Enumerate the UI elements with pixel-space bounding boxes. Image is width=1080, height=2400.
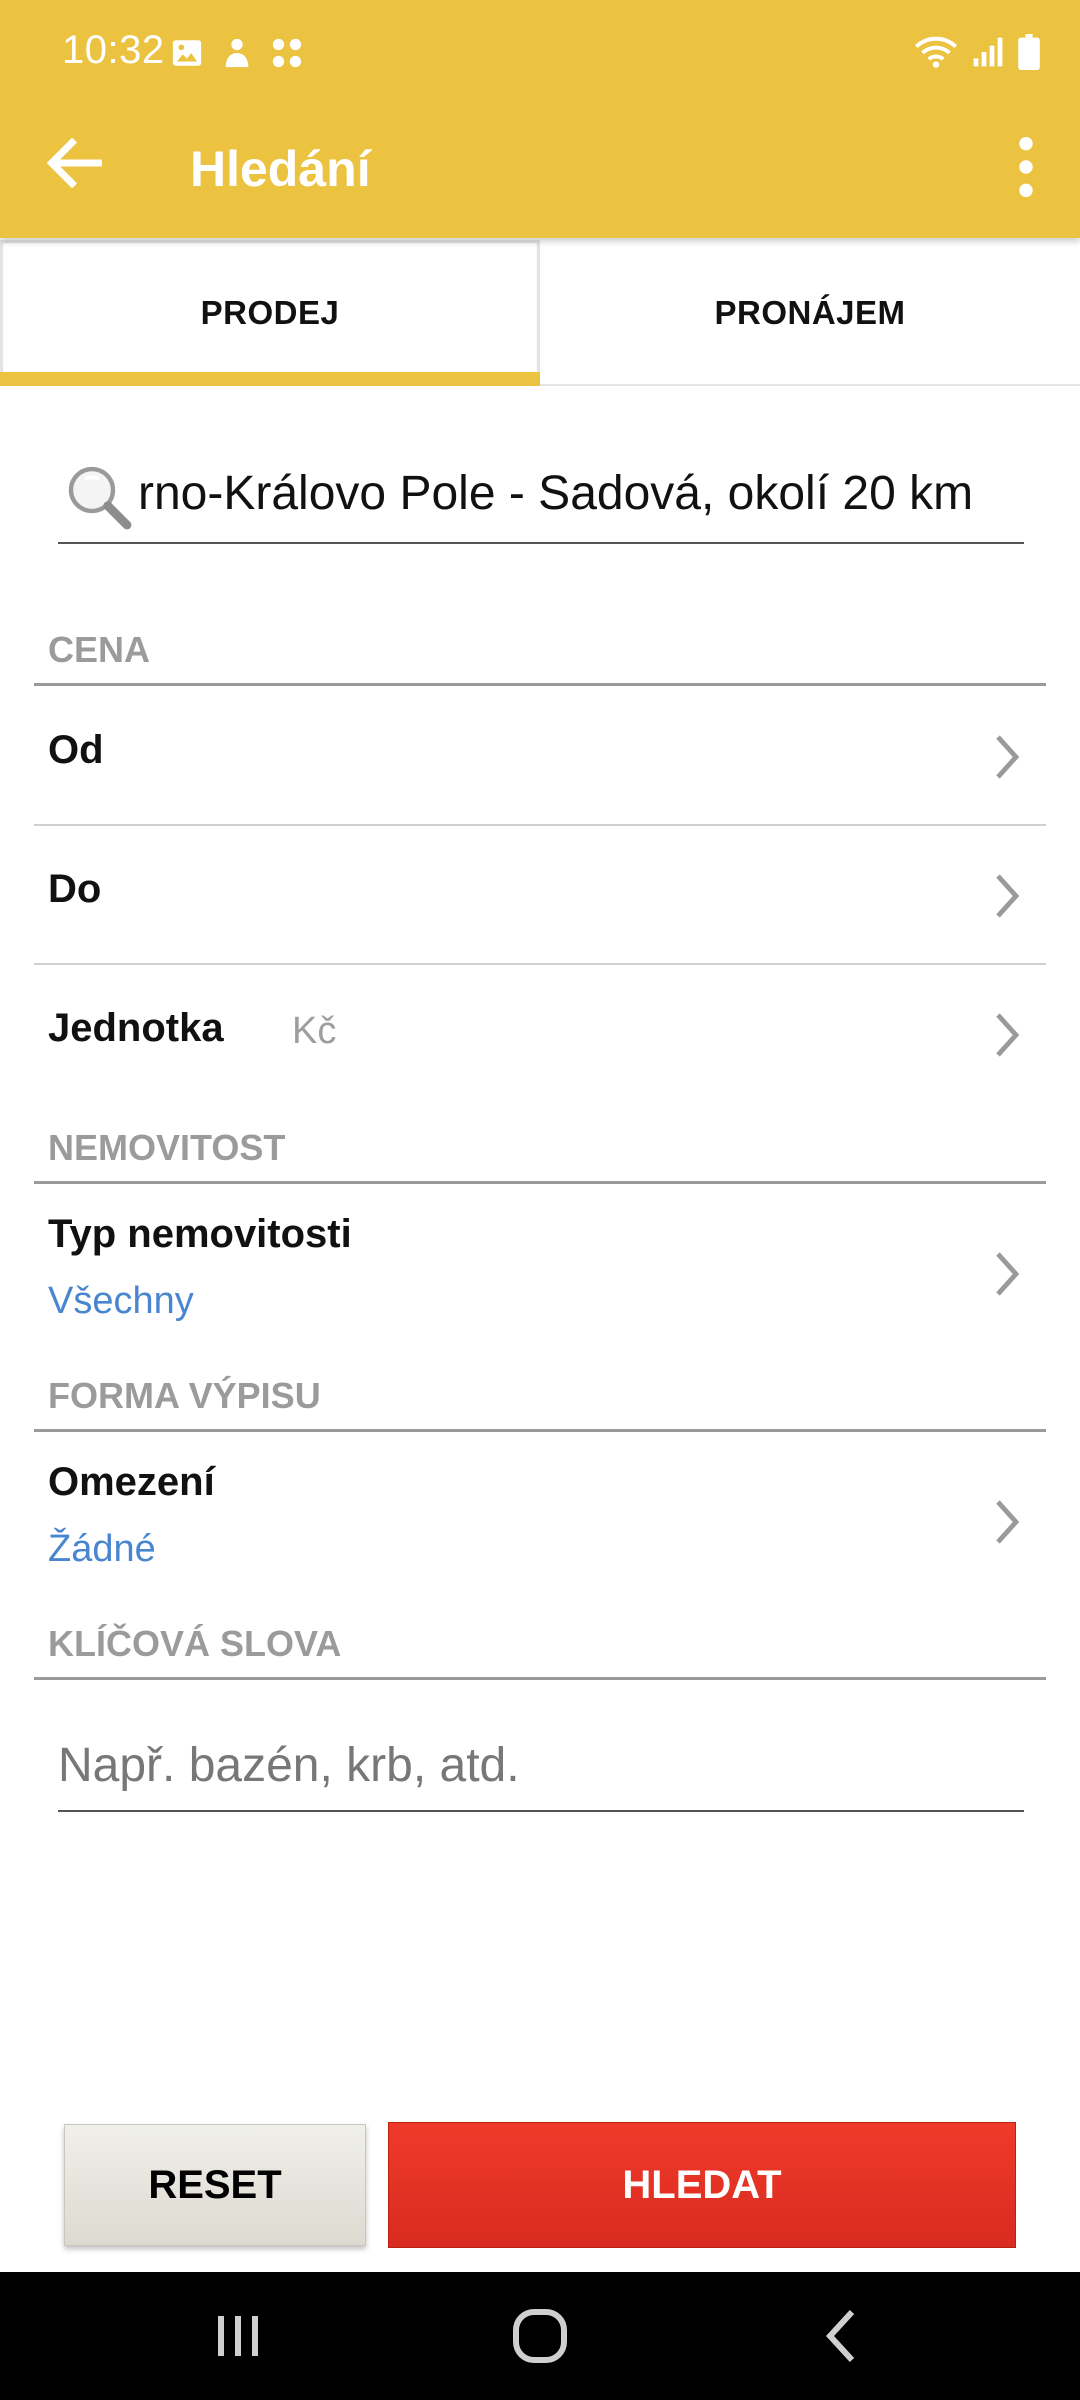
tab-sale[interactable]: PRODEJ xyxy=(0,240,540,386)
restriction-label: Omezení xyxy=(48,1460,215,1504)
property-type-label: Typ nemovitosti xyxy=(48,1212,352,1256)
more-vertical-icon xyxy=(1019,136,1033,198)
restriction-row[interactable]: Omezení Žádné xyxy=(34,1434,1046,1584)
recent-apps-button[interactable] xyxy=(198,2300,278,2372)
status-icons-left xyxy=(170,36,304,70)
wifi-icon xyxy=(914,34,958,70)
hand-icon xyxy=(220,36,254,70)
home-button[interactable] xyxy=(500,2300,580,2372)
app-header: 10:32 Hledání xyxy=(0,0,1080,238)
chevron-right-icon xyxy=(996,1252,1020,1296)
reset-button[interactable]: RESET xyxy=(64,2124,366,2246)
apps-icon xyxy=(270,36,304,70)
price-unit-value: Kč xyxy=(292,1010,337,1052)
chevron-right-icon xyxy=(996,874,1020,918)
section-header-price: CENA xyxy=(34,620,1046,686)
search-button[interactable]: HLEDAT xyxy=(388,2122,1016,2248)
section-header-property: NEMOVITOST xyxy=(34,1118,1046,1184)
section-header-listing-form: FORMA VÝPISU xyxy=(34,1366,1046,1432)
price-to-row[interactable]: Do xyxy=(34,827,1046,965)
restriction-value: Žádné xyxy=(48,1528,156,1570)
tab-bar: PRODEJ PRONÁJEM xyxy=(0,240,1080,386)
search-screen: 10:32 Hledání PRODEJ PRONÁJEM rno-Králov… xyxy=(0,0,1080,2400)
price-from-row[interactable]: Od xyxy=(34,688,1046,826)
keywords-field xyxy=(58,1720,1024,1812)
system-back-button[interactable] xyxy=(802,2300,882,2372)
price-unit-label: Jednotka xyxy=(48,1006,224,1050)
chevron-right-icon xyxy=(996,1013,1020,1057)
search-icon xyxy=(68,466,132,530)
system-navigation-bar xyxy=(0,2272,1080,2400)
page-title: Hledání xyxy=(190,141,371,197)
price-unit-row[interactable]: Jednotka Kč xyxy=(34,966,1046,1104)
location-field[interactable]: rno-Královo Pole - Sadová, okolí 20 km xyxy=(58,452,1024,544)
status-time: 10:32 xyxy=(62,28,165,72)
property-type-row[interactable]: Typ nemovitosti Všechny xyxy=(34,1186,1046,1336)
property-type-value: Všechny xyxy=(48,1280,194,1322)
signal-icon xyxy=(972,35,1004,69)
chevron-left-icon xyxy=(825,2309,855,2363)
image-icon xyxy=(170,36,204,70)
status-icons-right xyxy=(914,34,1040,70)
keywords-input[interactable] xyxy=(58,1720,1024,1810)
chevron-right-icon xyxy=(996,735,1020,779)
overflow-menu-button[interactable] xyxy=(996,132,1056,202)
price-from-label: Od xyxy=(48,728,104,772)
back-button[interactable] xyxy=(40,128,110,198)
recent-apps-icon xyxy=(218,2316,258,2356)
chevron-right-icon xyxy=(996,1500,1020,1544)
arrow-left-icon xyxy=(46,137,102,189)
home-icon xyxy=(513,2309,567,2363)
tab-rent[interactable]: PRONÁJEM xyxy=(540,240,1080,386)
section-header-keywords: KLÍČOVÁ SLOVA xyxy=(34,1614,1046,1680)
price-to-label: Do xyxy=(48,867,102,911)
location-value: rno-Královo Pole - Sadová, okolí 20 km xyxy=(138,467,974,520)
battery-icon xyxy=(1018,34,1040,70)
